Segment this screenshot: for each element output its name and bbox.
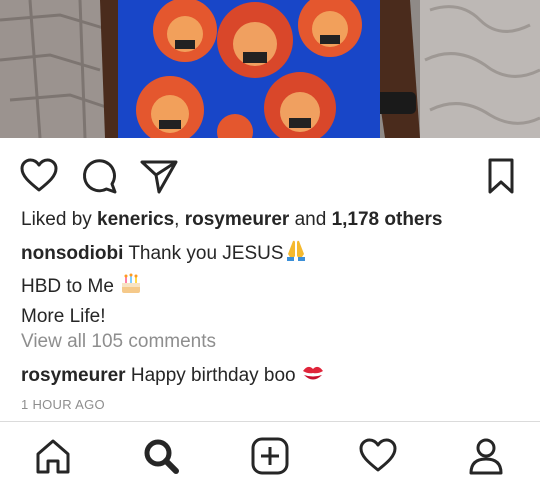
bottom-navigation-bar [0,421,540,494]
search-icon[interactable] [141,436,181,476]
likes-summary: Liked by kenerics, rosymeurer and 1,178 … [21,209,442,231]
caption-line-3: More Life! [21,303,308,331]
kiss-mark-emoji [301,362,325,390]
caption-text-line-2: HBD to Me [21,275,114,297]
post-caption: nonsodiobi Thank you JESUS HBD to Me Mor… [21,238,308,331]
caption-line-2: HBD to Me [21,271,308,304]
likes-conjunction: and [289,209,332,230]
add-post-icon[interactable] [250,436,290,476]
liker-link-kenerics[interactable]: kenerics [97,209,174,230]
bookmark-icon[interactable] [481,156,521,196]
caption-text-line-3: More Life! [21,306,106,327]
view-all-comments-link[interactable]: View all 105 comments [21,331,216,353]
birthday-cake-emoji [119,271,143,304]
caption-line-1: nonsodiobi Thank you JESUS [21,238,308,271]
post-photo[interactable] [0,0,540,138]
post-photo-image [0,0,540,138]
liker-link-rosymeurer[interactable]: rosymeurer [185,209,290,230]
post-timestamp: 1 HOUR AGO [21,397,105,412]
home-icon[interactable] [33,436,73,476]
comment-item: rosymeurer Happy birthday boo [21,362,325,390]
profile-icon[interactable] [466,436,506,476]
praying-hands-emoji [284,238,308,271]
activity-heart-icon[interactable] [358,436,398,476]
comment-text: Happy birthday boo [130,365,296,386]
caption-username[interactable]: nonsodiobi [21,243,123,264]
comment-username[interactable]: rosymeurer [21,365,126,386]
post-action-bar [0,148,540,200]
likes-separator: , [174,209,185,230]
share-paper-plane-icon[interactable] [139,156,179,196]
likes-others-link[interactable]: 1,178 others [332,209,443,230]
heart-outline-icon[interactable] [19,156,59,196]
likes-prefix: Liked by [21,209,98,230]
caption-text-line-1: Thank you JESUS [128,243,284,264]
comment-icon[interactable] [79,156,119,196]
